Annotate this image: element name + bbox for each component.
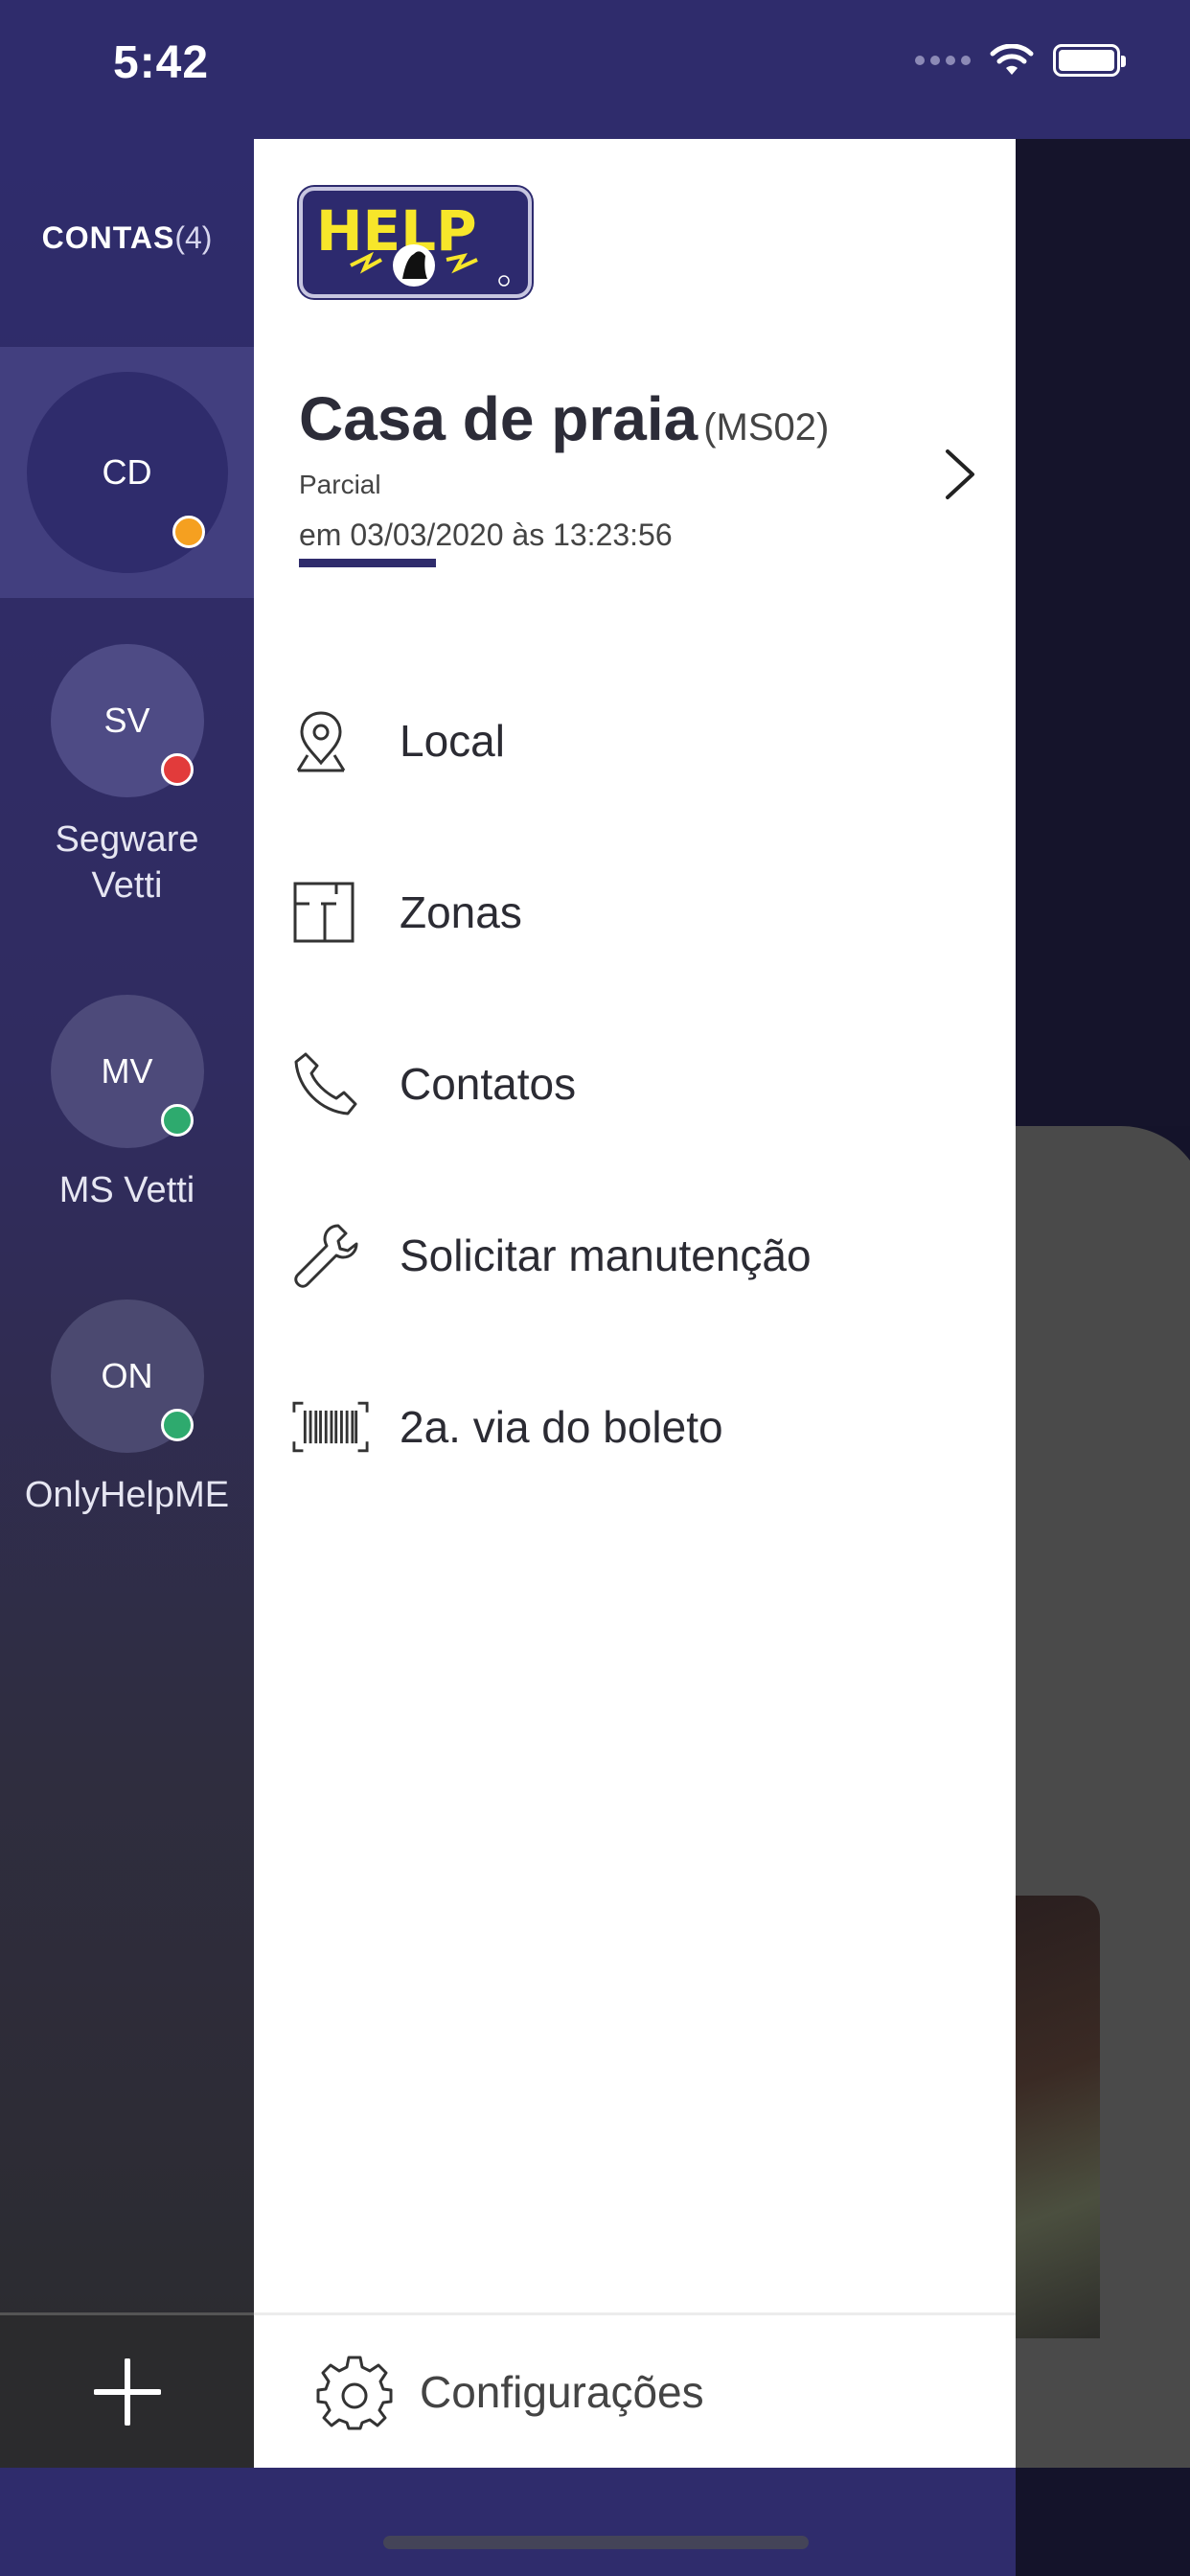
status-dot-ok bbox=[160, 1409, 194, 1441]
avatar-initials: MV bbox=[101, 1051, 153, 1091]
status-underline bbox=[299, 559, 436, 567]
avatar: ON bbox=[50, 1300, 204, 1453]
status-indicators bbox=[915, 44, 1126, 77]
wifi-icon bbox=[990, 44, 1034, 75]
menu-label: Local bbox=[400, 716, 505, 766]
place-title[interactable]: Casa de praia (MS02) bbox=[299, 383, 829, 454]
status-time: 5:42 bbox=[113, 37, 210, 88]
place-status: Parcial bbox=[299, 470, 381, 499]
account-name: MS Vetti bbox=[58, 1170, 195, 1210]
wrench-icon bbox=[294, 1224, 358, 1288]
menu-item-local[interactable]: Local bbox=[292, 683, 982, 798]
avatar: MV bbox=[50, 995, 204, 1148]
background-photo bbox=[1016, 1896, 1100, 2338]
account-name: Segware Vetti bbox=[0, 816, 254, 908]
menu-item-contatos[interactable]: Contatos bbox=[292, 1026, 982, 1141]
status-dot-warning bbox=[172, 516, 205, 548]
gear-icon bbox=[316, 2356, 393, 2429]
menu-item-zonas[interactable]: Zonas bbox=[292, 855, 982, 970]
menu-label: Contatos bbox=[400, 1059, 577, 1109]
accounts-sidebar: CONTAS(4) CD SV Segware Vetti MV MS Vett… bbox=[0, 139, 254, 2468]
accounts-count: (4) bbox=[174, 220, 213, 255]
account-item-on[interactable]: ON OnlyHelpME bbox=[0, 1300, 254, 1518]
menu-label: 2a. via do boleto bbox=[400, 1402, 723, 1452]
background-bottom-bar bbox=[1016, 2338, 1190, 2468]
settings-button[interactable]: Configurações bbox=[254, 2312, 1016, 2468]
account-item-cd[interactable]: CD bbox=[0, 347, 254, 598]
account-name-line1: Segware bbox=[55, 819, 199, 860]
account-name: OnlyHelpME bbox=[24, 1475, 230, 1515]
avatar-initials: SV bbox=[103, 701, 150, 740]
place-date: em 03/03/2020 às 13:23:56 bbox=[299, 518, 673, 552]
menu-label: Zonas bbox=[400, 887, 522, 937]
signal-icon bbox=[915, 56, 971, 65]
help-logo: HELP bbox=[299, 187, 532, 298]
accounts-title: CONTAS bbox=[41, 220, 175, 255]
menu-item-boleto[interactable]: 2a. via do boleto bbox=[292, 1369, 982, 1484]
status-dot-ok bbox=[160, 1104, 194, 1137]
avatar-initials: CD bbox=[102, 452, 152, 492]
plus-icon bbox=[93, 2358, 161, 2426]
account-name-line2: Vetti bbox=[91, 865, 163, 906]
account-item-mv[interactable]: MV MS Vetti bbox=[0, 995, 254, 1213]
chevron-right-icon[interactable] bbox=[944, 448, 976, 501]
floor-plan-icon bbox=[293, 882, 355, 943]
settings-label: Configurações bbox=[420, 2366, 704, 2417]
avatar: SV bbox=[50, 644, 204, 797]
battery-icon bbox=[1053, 44, 1126, 77]
place-name: Casa de praia bbox=[299, 384, 698, 453]
barcode-icon bbox=[292, 1401, 369, 1453]
background-app bbox=[958, 0, 1190, 2576]
home-indicator[interactable] bbox=[383, 2536, 809, 2549]
avatar-initials: ON bbox=[101, 1356, 153, 1395]
place-code: (MS02) bbox=[703, 406, 830, 448]
account-item-sv[interactable]: SV Segware Vetti bbox=[0, 644, 254, 908]
phone-icon bbox=[294, 1052, 357, 1116]
accounts-header: CONTAS(4) bbox=[0, 220, 254, 256]
avatar: CD bbox=[26, 372, 228, 573]
menu-label: Solicitar manutenção bbox=[400, 1230, 812, 1280]
menu-item-manutencao[interactable]: Solicitar manutenção bbox=[292, 1198, 982, 1313]
add-account-button[interactable] bbox=[0, 2312, 254, 2468]
side-drawer: HELP Casa de praia (MS02) Parcial em 03/0… bbox=[254, 139, 1016, 2468]
status-dot-alarm bbox=[160, 753, 194, 786]
bottom-safe-area bbox=[0, 2468, 1016, 2576]
location-pin-icon bbox=[296, 711, 346, 772]
